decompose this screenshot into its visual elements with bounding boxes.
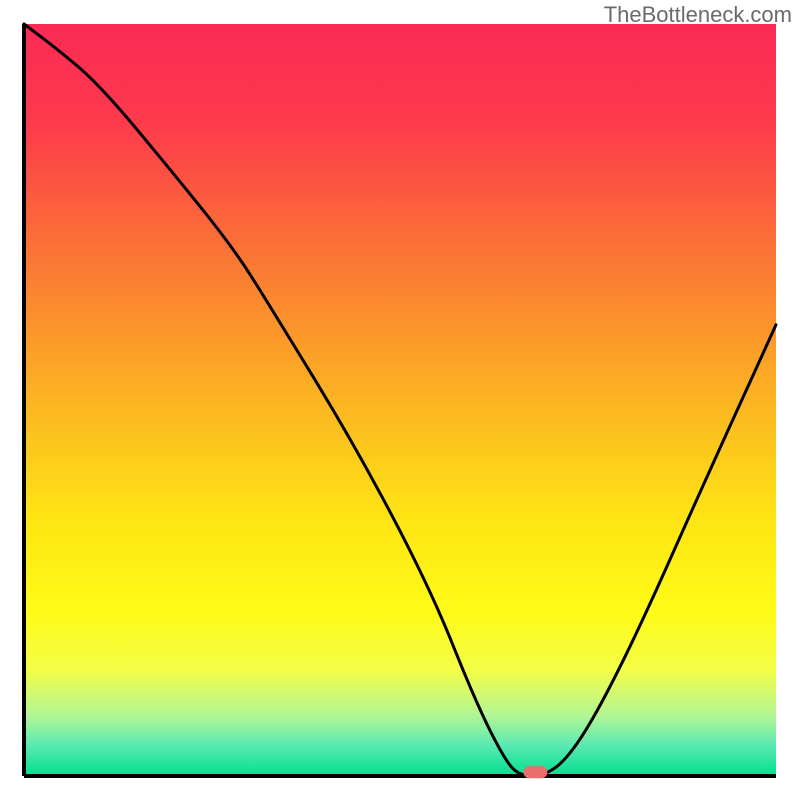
chart-svg [0,0,800,800]
watermark-text: TheBottleneck.com [604,2,792,28]
chart-container: TheBottleneck.com [0,0,800,800]
optimal-marker [523,766,547,778]
plot-background [24,24,776,776]
